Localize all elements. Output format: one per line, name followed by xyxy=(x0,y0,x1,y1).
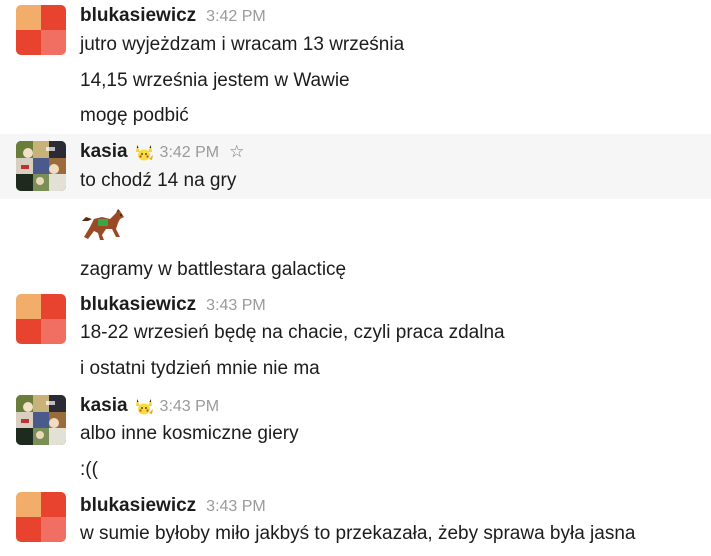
message-text: zagramy w battlestara galacticę xyxy=(80,259,347,280)
message-header: blukasiewicz 3:43 PM xyxy=(80,495,266,519)
user-avatar-icon xyxy=(16,5,66,55)
avatar[interactable] xyxy=(16,141,66,191)
message-group: blukasiewicz 3:43 PM 18-22 wrzesień będę… xyxy=(0,290,711,386)
avatar[interactable] xyxy=(16,5,66,55)
message-text: 14,15 września jestem w Wawie xyxy=(80,70,350,91)
message-text: jutro wyjeżdzam i wracam 13 września xyxy=(80,34,405,55)
user-avatar-icon xyxy=(16,294,66,344)
author-name[interactable]: blukasiewicz xyxy=(80,294,196,316)
avatar[interactable] xyxy=(16,492,66,542)
author-name[interactable]: blukasiewicz xyxy=(80,5,196,27)
user-avatar-icon xyxy=(16,141,66,191)
author-name[interactable]: kasia xyxy=(80,395,128,417)
timestamp[interactable]: 3:43 PM xyxy=(206,297,266,315)
avatar[interactable] xyxy=(16,395,66,445)
author-name[interactable]: kasia xyxy=(80,141,128,163)
author-name[interactable]: blukasiewicz xyxy=(80,495,196,517)
star-icon[interactable]: ☆ xyxy=(229,142,244,162)
message-text: mogę podbić xyxy=(80,105,189,126)
message-header: blukasiewicz 3:43 PM xyxy=(80,294,266,318)
pikachu-emoji-icon xyxy=(134,143,154,163)
message-group: blukasiewicz 3:43 PM w sumie byłoby miło… xyxy=(0,492,711,556)
user-avatar-icon xyxy=(16,492,66,542)
avatar[interactable] xyxy=(16,294,66,344)
message-text: :(( xyxy=(80,459,98,480)
message-text: to chodź 14 na gry xyxy=(80,170,237,191)
pikachu-emoji-icon xyxy=(134,397,154,417)
racehorse-emoji-icon xyxy=(82,209,124,240)
message-header: kasia 3:43 PM xyxy=(80,395,219,419)
message-header: kasia 3:42 PM ☆ xyxy=(80,141,244,165)
message-text: 18-22 wrzesień będę na chacie, czyli pra… xyxy=(80,322,505,343)
message-header: blukasiewicz 3:42 PM xyxy=(80,5,266,29)
message-text: w sumie byłoby miło jakbyś to przekazała… xyxy=(80,523,636,544)
message-text: i ostatni tydzień mnie nie ma xyxy=(80,358,320,379)
message-group: blukasiewicz 3:42 PM jutro wyjeżdzam i w… xyxy=(0,0,711,134)
timestamp[interactable]: 3:43 PM xyxy=(206,498,266,516)
timestamp[interactable]: 3:42 PM xyxy=(160,144,220,162)
user-avatar-icon xyxy=(16,395,66,445)
message-text: albo inne kosmiczne giery xyxy=(80,423,299,444)
message-group: kasia 3:43 PM albo inne kosmiczne giery … xyxy=(0,391,711,487)
message-group: kasia 3:42 PM ☆ to chodź 14 na gry zagra… xyxy=(0,134,711,284)
timestamp[interactable]: 3:43 PM xyxy=(160,398,220,416)
timestamp[interactable]: 3:42 PM xyxy=(206,8,266,26)
